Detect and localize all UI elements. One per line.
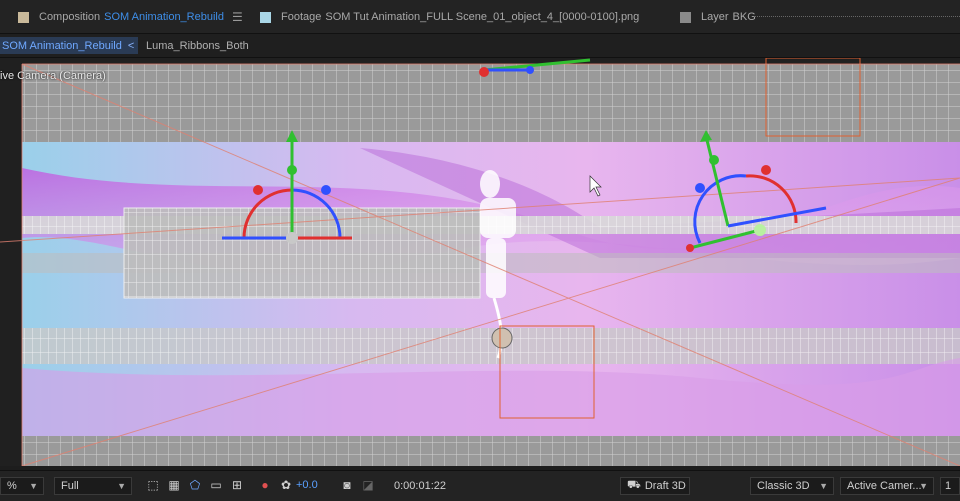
magnification-dropdown[interactable]: % ▼ <box>0 477 44 495</box>
region-of-interest-icon[interactable]: ⬚ <box>146 478 160 492</box>
tab-name: SOM Animation_Rebuild <box>104 11 224 23</box>
color-channels-icon[interactable]: ● <box>258 478 272 492</box>
chevron-down-icon: ▼ <box>117 481 126 491</box>
tab-layer[interactable]: Layer BKG <box>680 9 756 25</box>
viewer-canvas <box>0 58 960 466</box>
tab-prefix: Composition <box>39 11 101 23</box>
tab-prefix: Footage <box>281 11 322 23</box>
composition-color-swatch <box>18 11 29 23</box>
mask-path-icon[interactable]: ⬠ <box>188 478 202 492</box>
draft-3d-label: Draft 3D <box>644 480 686 492</box>
tab-divider <box>754 16 960 17</box>
renderer-value: Classic 3D <box>757 480 810 492</box>
view-layout-value: 1 <box>945 480 952 492</box>
show-snapshot-icon[interactable]: ◪ <box>361 478 375 492</box>
breadcrumb: SOM Animation_Rebuild < Luma_Ribbons_Bot… <box>0 34 960 58</box>
resolution-value: Full <box>61 480 79 492</box>
panel-tab-bar: Composition SOM Animation_Rebuild ☰ Foot… <box>0 0 960 34</box>
camera-view-dropdown[interactable]: Active Camer... ▼ <box>840 477 934 495</box>
renderer-dropdown[interactable]: Classic 3D ▼ <box>750 477 834 495</box>
grid-icon[interactable]: ⊞ <box>230 478 244 492</box>
tab-composition[interactable]: Composition SOM Animation_Rebuild ☰ <box>18 9 243 25</box>
camera-view-value: Active Camer... <box>847 480 922 492</box>
draft-3d-toggle[interactable]: ⛟ Draft 3D <box>620 477 690 495</box>
timecode[interactable]: 0:00:01:22 <box>388 477 448 495</box>
layer-color-swatch <box>680 11 691 23</box>
camera-label: ive Camera (Camera) <box>0 70 106 82</box>
draft-3d-icon: ⛟ <box>627 479 641 491</box>
viewer-controls: % ▼ Full ▼ ⬚ ▦ ⬠ ▭ ⊞ ● ✿ +0.0 ◙ ◪ 0:00:01:… <box>0 470 960 501</box>
safe-zones-icon[interactable]: ▭ <box>209 478 223 492</box>
chevron-down-icon: ▼ <box>819 481 828 491</box>
magnification-value: % <box>7 480 17 492</box>
chevron-down-icon: ▼ <box>919 481 928 491</box>
composition-viewer[interactable]: ive Camera (Camera) <box>0 58 960 466</box>
chevron-down-icon: ▼ <box>29 481 38 491</box>
transparency-grid-icon[interactable]: ▦ <box>167 478 181 492</box>
tab-name: BKG <box>732 11 756 23</box>
footage-color-swatch <box>260 11 271 23</box>
chevron-left-icon[interactable]: < <box>128 40 134 52</box>
exposure-icon[interactable]: ✿ <box>279 478 293 492</box>
resolution-dropdown[interactable]: Full ▼ <box>54 477 132 495</box>
exposure-value[interactable]: +0.0 <box>296 479 318 491</box>
breadcrumb-active-comp[interactable]: SOM Animation_Rebuild < <box>0 37 139 54</box>
snapshot-icon[interactable]: ◙ <box>340 478 354 492</box>
breadcrumb-active-label: SOM Animation_Rebuild <box>2 39 122 52</box>
panel-menu-icon[interactable]: ☰ <box>232 10 243 24</box>
view-layout-dropdown[interactable]: 1 <box>940 477 960 495</box>
timecode-value: 0:00:01:22 <box>394 480 446 492</box>
null-object-sphere[interactable] <box>491 327 513 349</box>
tab-prefix: Layer <box>701 11 729 23</box>
tab-footage[interactable]: Footage SOM Tut Animation_FULL Scene_01_… <box>260 9 639 25</box>
breadcrumb-item[interactable]: Luma_Ribbons_Both <box>146 40 249 52</box>
tab-name: SOM Tut Animation_FULL Scene_01_object_4… <box>325 11 640 23</box>
